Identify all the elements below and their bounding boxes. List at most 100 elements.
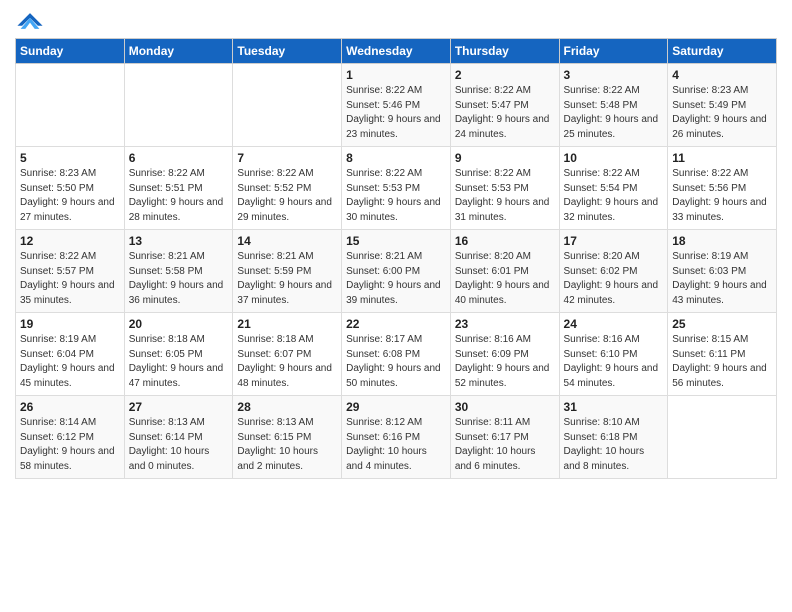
day-cell: 14Sunrise: 8:21 AMSunset: 5:59 PMDayligh… xyxy=(233,230,342,313)
day-cell: 6 Sunrise: 8:22 AMSunset: 5:51 PMDaylight… xyxy=(124,147,233,230)
day-info: Sunrise: 8:17 AMSunset: 6:08 PMDaylight:… xyxy=(346,333,446,391)
day-number: 15 xyxy=(346,234,446,248)
day-number: 1 xyxy=(346,68,446,82)
day-cell: 19 Sunrise: 8:19 AMSunset: 6:04 PMDayligh… xyxy=(16,313,125,396)
day-number: 17 xyxy=(564,234,664,248)
day-number: 30 xyxy=(455,400,555,414)
day-info: Sunrise: 8:13 AMSunset: 6:15 PMDaylight:… xyxy=(237,416,337,474)
day-info: Sunrise: 8:22 AMSunset: 5:53 PMDaylight:… xyxy=(455,167,555,225)
day-cell: 9 Sunrise: 8:22 AMSunset: 5:53 PMDaylight… xyxy=(450,147,559,230)
day-info: Sunrise: 8:11 AMSunset: 6:17 PMDaylight:… xyxy=(455,416,555,474)
week-row-5: 26Sunrise: 8:14 AMSunset: 6:12 PMDayligh… xyxy=(16,396,777,479)
day-number: 16 xyxy=(455,234,555,248)
day-info: Sunrise: 8:10 AMSunset: 6:18 PMDaylight:… xyxy=(564,416,664,474)
day-number: 4 xyxy=(672,68,772,82)
week-row-3: 12 Sunrise: 8:22 AMSunset: 5:57 PMDayligh… xyxy=(16,230,777,313)
weekday-header-row: SundayMondayTuesdayWednesdayThursdayFrid… xyxy=(16,39,777,64)
day-cell xyxy=(16,64,125,147)
day-info: Sunrise: 8:18 AMSunset: 6:05 PMDaylight:… xyxy=(129,333,229,391)
day-number: 22 xyxy=(346,317,446,331)
logo xyxy=(15,10,49,32)
day-cell: 12 Sunrise: 8:22 AMSunset: 5:57 PMDayligh… xyxy=(16,230,125,313)
day-cell: 30 Sunrise: 8:11 AMSunset: 6:17 PMDayligh… xyxy=(450,396,559,479)
day-number: 8 xyxy=(346,151,446,165)
header xyxy=(15,10,777,32)
day-info: Sunrise: 8:22 AMSunset: 5:52 PMDaylight:… xyxy=(237,167,337,225)
day-info: Sunrise: 8:22 AMSunset: 5:53 PMDaylight:… xyxy=(346,167,446,225)
day-cell: 23 Sunrise: 8:16 AMSunset: 6:09 PMDayligh… xyxy=(450,313,559,396)
day-info: Sunrise: 8:22 AMSunset: 5:51 PMDaylight:… xyxy=(129,167,229,225)
day-cell: 28 Sunrise: 8:13 AMSunset: 6:15 PMDayligh… xyxy=(233,396,342,479)
day-number: 29 xyxy=(346,400,446,414)
day-info: Sunrise: 8:22 AMSunset: 5:57 PMDaylight:… xyxy=(20,250,120,308)
day-cell: 25 Sunrise: 8:15 AMSunset: 6:11 PMDayligh… xyxy=(668,313,777,396)
week-row-4: 19 Sunrise: 8:19 AMSunset: 6:04 PMDayligh… xyxy=(16,313,777,396)
day-number: 31 xyxy=(564,400,664,414)
day-info: Sunrise: 8:21 AMSunset: 5:58 PMDaylight:… xyxy=(129,250,229,308)
day-info: Sunrise: 8:20 AMSunset: 6:01 PMDaylight:… xyxy=(455,250,555,308)
day-number: 14 xyxy=(237,234,337,248)
day-cell: 15 Sunrise: 8:21 AMSunset: 6:00 PMDayligh… xyxy=(342,230,451,313)
day-cell: 1 Sunrise: 8:22 AMSunset: 5:46 PMDaylight… xyxy=(342,64,451,147)
day-info: Sunrise: 8:22 AMSunset: 5:46 PMDaylight:… xyxy=(346,84,446,142)
day-number: 13 xyxy=(129,234,229,248)
day-cell: 24 Sunrise: 8:16 AMSunset: 6:10 PMDayligh… xyxy=(559,313,668,396)
day-info: Sunrise: 8:20 AMSunset: 6:02 PMDaylight:… xyxy=(564,250,664,308)
day-info: Sunrise: 8:23 AMSunset: 5:49 PMDaylight:… xyxy=(672,84,772,142)
day-number: 2 xyxy=(455,68,555,82)
day-info: Sunrise: 8:23 AMSunset: 5:50 PMDaylight:… xyxy=(20,167,120,225)
day-cell: 21Sunrise: 8:18 AMSunset: 6:07 PMDayligh… xyxy=(233,313,342,396)
day-cell xyxy=(124,64,233,147)
day-cell: 13 Sunrise: 8:21 AMSunset: 5:58 PMDayligh… xyxy=(124,230,233,313)
week-row-1: 1 Sunrise: 8:22 AMSunset: 5:46 PMDaylight… xyxy=(16,64,777,147)
weekday-header-sunday: Sunday xyxy=(16,39,125,64)
day-info: Sunrise: 8:16 AMSunset: 6:09 PMDaylight:… xyxy=(455,333,555,391)
day-info: Sunrise: 8:21 AMSunset: 6:00 PMDaylight:… xyxy=(346,250,446,308)
weekday-header-saturday: Saturday xyxy=(668,39,777,64)
day-cell: 3Sunrise: 8:22 AMSunset: 5:48 PMDaylight… xyxy=(559,64,668,147)
calendar-table: SundayMondayTuesdayWednesdayThursdayFrid… xyxy=(15,38,777,479)
day-info: Sunrise: 8:19 AMSunset: 6:04 PMDaylight:… xyxy=(20,333,120,391)
day-number: 19 xyxy=(20,317,120,331)
day-cell: 4 Sunrise: 8:23 AMSunset: 5:49 PMDaylight… xyxy=(668,64,777,147)
calendar-page: SundayMondayTuesdayWednesdayThursdayFrid… xyxy=(0,0,792,612)
day-cell: 11 Sunrise: 8:22 AMSunset: 5:56 PMDayligh… xyxy=(668,147,777,230)
day-number: 20 xyxy=(129,317,229,331)
day-number: 12 xyxy=(20,234,120,248)
day-info: Sunrise: 8:22 AMSunset: 5:47 PMDaylight:… xyxy=(455,84,555,142)
day-number: 7 xyxy=(237,151,337,165)
day-cell: 5 Sunrise: 8:23 AMSunset: 5:50 PMDaylight… xyxy=(16,147,125,230)
day-info: Sunrise: 8:19 AMSunset: 6:03 PMDaylight:… xyxy=(672,250,772,308)
day-cell: 20 Sunrise: 8:18 AMSunset: 6:05 PMDayligh… xyxy=(124,313,233,396)
day-number: 28 xyxy=(237,400,337,414)
day-number: 23 xyxy=(455,317,555,331)
day-number: 6 xyxy=(129,151,229,165)
day-info: Sunrise: 8:22 AMSunset: 5:54 PMDaylight:… xyxy=(564,167,664,225)
day-cell: 7 Sunrise: 8:22 AMSunset: 5:52 PMDaylight… xyxy=(233,147,342,230)
week-row-2: 5 Sunrise: 8:23 AMSunset: 5:50 PMDaylight… xyxy=(16,147,777,230)
weekday-header-wednesday: Wednesday xyxy=(342,39,451,64)
day-cell: 10 Sunrise: 8:22 AMSunset: 5:54 PMDayligh… xyxy=(559,147,668,230)
day-info: Sunrise: 8:22 AMSunset: 5:56 PMDaylight:… xyxy=(672,167,772,225)
day-info: Sunrise: 8:12 AMSunset: 6:16 PMDaylight:… xyxy=(346,416,446,474)
day-number: 9 xyxy=(455,151,555,165)
day-number: 11 xyxy=(672,151,772,165)
day-number: 25 xyxy=(672,317,772,331)
weekday-header-monday: Monday xyxy=(124,39,233,64)
day-cell: 27Sunrise: 8:13 AMSunset: 6:14 PMDayligh… xyxy=(124,396,233,479)
day-cell: 29 Sunrise: 8:12 AMSunset: 6:16 PMDayligh… xyxy=(342,396,451,479)
day-cell xyxy=(668,396,777,479)
day-cell: 8 Sunrise: 8:22 AMSunset: 5:53 PMDaylight… xyxy=(342,147,451,230)
day-number: 10 xyxy=(564,151,664,165)
day-cell: 17 Sunrise: 8:20 AMSunset: 6:02 PMDayligh… xyxy=(559,230,668,313)
day-info: Sunrise: 8:15 AMSunset: 6:11 PMDaylight:… xyxy=(672,333,772,391)
day-number: 26 xyxy=(20,400,120,414)
day-number: 24 xyxy=(564,317,664,331)
day-cell xyxy=(233,64,342,147)
day-cell: 31 Sunrise: 8:10 AMSunset: 6:18 PMDayligh… xyxy=(559,396,668,479)
day-info: Sunrise: 8:13 AMSunset: 6:14 PMDaylight:… xyxy=(129,416,229,474)
day-number: 5 xyxy=(20,151,120,165)
day-info: Sunrise: 8:16 AMSunset: 6:10 PMDaylight:… xyxy=(564,333,664,391)
weekday-header-friday: Friday xyxy=(559,39,668,64)
day-cell: 22 Sunrise: 8:17 AMSunset: 6:08 PMDayligh… xyxy=(342,313,451,396)
